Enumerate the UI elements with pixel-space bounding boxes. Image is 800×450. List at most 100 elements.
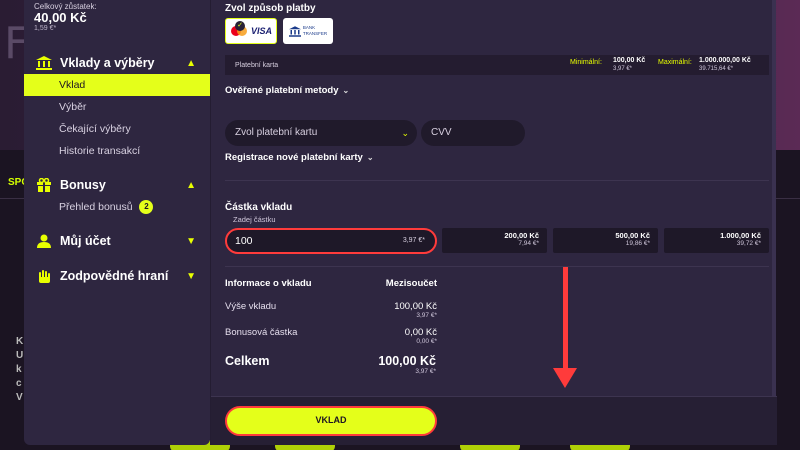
total-value: 100,00 Kč (378, 354, 436, 368)
background-side-text: K U k c V (16, 335, 24, 405)
quick-amount-value: 200,00 Kč (504, 231, 539, 240)
bank-transfer-line2: TRANSFER (302, 31, 328, 36)
max-limit-label: Maximální: (658, 59, 692, 66)
menu-group-deposits: Vklady a výběry ▲ Vklad Výběr Čekající v… (24, 52, 210, 162)
quick-amount-button[interactable]: 200,00 Kč 7,94 €* (442, 228, 547, 253)
annotation-arrow-down-icon (553, 368, 577, 388)
bank-icon (36, 56, 52, 70)
total-eur: 3,97 €* (415, 368, 436, 375)
chevron-up-icon: ▲ (186, 179, 196, 191)
background-side-mark: U (16, 350, 24, 361)
bonus-count-badge: 2 (139, 200, 154, 215)
section-divider (225, 180, 769, 181)
max-limit-value: 1.000.000,00 Kč 39.715,64 €* (699, 57, 751, 73)
min-limit-eur: 3,97 €* (613, 66, 633, 72)
cvv-placeholder: CVV (431, 127, 452, 138)
sidebar-item-withdrawal[interactable]: Výběr (24, 96, 210, 118)
deposit-info-row: Bonusová částka 0,00 Kč 0,00 €* (225, 327, 437, 349)
visa-logo: VISA (250, 26, 272, 36)
quick-amount-value: 500,00 Kč (615, 231, 650, 240)
quick-amount-value: 1.000,00 Kč (720, 231, 761, 240)
background-side-mark: K (16, 336, 24, 347)
subtotal-title: Mezisoučet (385, 278, 437, 289)
visa-mastercard-option[interactable]: VISA (225, 18, 277, 44)
min-limit-value: 100,00 Kč 3,97 €* (613, 57, 645, 73)
total-label: Celkem (225, 354, 270, 368)
quick-amount-eur: 19,86 €* (625, 240, 650, 247)
register-card-toggle[interactable]: Registrace nové platební karty ⌄ (225, 152, 374, 163)
max-limit-eur: 39.715,64 €* (699, 66, 734, 72)
deposit-amount-input[interactable]: 100 3,97 €* (225, 228, 437, 254)
menu-head-deposits[interactable]: Vklady a výběry ▲ (24, 52, 210, 74)
hand-icon (36, 269, 52, 283)
deposit-info-row: Výše vkladu 100,00 Kč 3,97 €* (225, 301, 437, 323)
account-sidebar: Celkový zůstatek: 40,00 Kč 1,59 €* Vklad… (24, 0, 210, 445)
chevron-down-icon: ▼ (186, 235, 196, 247)
deposit-info-value: 0,00 Kč (404, 327, 437, 338)
balance-amount: 40,00 Kč (34, 10, 87, 25)
bank-transfer-label: BANK TRANSFER (303, 25, 327, 37)
user-icon (36, 234, 52, 248)
deposit-amount-title: Částka vkladu (225, 202, 293, 213)
total-value-box: 100,00 Kč 3,97 €* (378, 354, 436, 375)
menu-head-label: Můj účet (60, 234, 111, 248)
quick-amount-button[interactable]: 1.000,00 Kč 39,72 €* (664, 228, 769, 253)
bank-transfer-option[interactable]: BANK TRANSFER (283, 18, 333, 44)
menu-head-label: Zodpovědné hraní (60, 269, 169, 283)
deposit-modal: Celkový zůstatek: 40,00 Kč 1,59 €* Vklad… (24, 0, 777, 450)
verified-methods-label: Ověřené platební metody (225, 85, 339, 96)
selected-check-icon: ✓ (235, 21, 245, 31)
menu-head-responsible-gaming[interactable]: Zodpovědné hraní ▼ (24, 265, 210, 287)
background-side-mark: V (16, 392, 23, 403)
deposit-amount-eur: 3,97 €* (402, 237, 425, 244)
method-limits-bar: Platební karta Minimální: 100,00 Kč 3,97… (225, 55, 769, 75)
bank-icon (288, 25, 301, 37)
max-limit-amount: 1.000.000,00 Kč (699, 57, 751, 64)
menu-group-bonuses: Bonusy ▲ Přehled bonusů 2 (24, 174, 210, 218)
annotation-arrow-shaft (563, 267, 568, 370)
background-side-mark: k (16, 364, 22, 375)
chevron-down-icon: ⌄ (401, 128, 409, 138)
deposit-content: Zvol způsob platby VISA ✓ BANK TRANSFER … (210, 0, 777, 445)
cvv-field[interactable]: CVV (421, 120, 525, 146)
menu-group-responsible-gaming: Zodpovědné hraní ▼ (24, 265, 210, 287)
quick-amount-eur: 7,94 €* (518, 240, 539, 247)
min-limit-amount: 100,00 Kč (613, 57, 646, 64)
content-scrollbar[interactable] (772, 0, 776, 396)
chevron-down-icon: ▼ (186, 270, 196, 282)
chevron-up-icon: ▲ (186, 57, 196, 69)
verified-methods-toggle[interactable]: Ověřené platební metody ⌄ (225, 85, 349, 96)
sidebar-item-label: Přehled bonusů (59, 201, 133, 213)
deposit-info-value-box: 0,00 Kč 0,00 €* (405, 327, 437, 345)
deposit-info-header: Informace o vkladu Mezisoučet (225, 278, 437, 292)
payment-method-title: Zvol způsob platby (225, 3, 316, 14)
deposit-info-eur: 3,97 €* (416, 312, 437, 319)
register-card-label: Registrace nové platební karty (225, 152, 363, 163)
menu-group-account: Můj účet ▼ (24, 230, 210, 252)
sidebar-item-pending-withdrawals[interactable]: Čekající výběry (24, 118, 210, 140)
quick-amount-eur: 39,72 €* (736, 240, 761, 247)
balance-box: Celkový zůstatek: 40,00 Kč 1,59 €* (0, 0, 200, 40)
sidebar-item-bonus-overview[interactable]: Přehled bonusů 2 (24, 196, 210, 218)
menu-head-bonuses[interactable]: Bonusy ▲ (24, 174, 210, 196)
sidebar-item-deposit[interactable]: Vklad (24, 74, 210, 96)
menu-head-label: Vklady a výběry (60, 56, 155, 70)
sidebar-item-transaction-history[interactable]: Historie transakcí (24, 140, 210, 162)
background-side-mark: c (16, 378, 22, 389)
method-name: Platební karta (235, 61, 279, 69)
deposit-info-label: Bonusová částka (225, 327, 298, 338)
gift-icon (36, 178, 52, 192)
section-divider (225, 266, 769, 267)
menu-head-label: Bonusy (60, 178, 106, 192)
quick-amount-button[interactable]: 500,00 Kč 19,86 €* (553, 228, 658, 253)
balance-eur: 1,59 €* (34, 25, 57, 32)
deposit-amount-sublabel: Zadej částku (233, 215, 276, 224)
menu-head-account[interactable]: Můj účet ▼ (24, 230, 210, 252)
deposit-info-value-box: 100,00 Kč 3,97 €* (394, 301, 437, 319)
deposit-info-label: Výše vkladu (225, 301, 277, 312)
card-select-placeholder: Zvol platební kartu (235, 127, 318, 138)
deposit-amount-value: 100 (235, 235, 253, 247)
card-select[interactable]: Zvol platební kartu ⌄ (225, 120, 417, 146)
deposit-info-eur: 0,00 €* (416, 338, 437, 345)
deposit-submit-button[interactable]: VKLAD (225, 406, 437, 436)
